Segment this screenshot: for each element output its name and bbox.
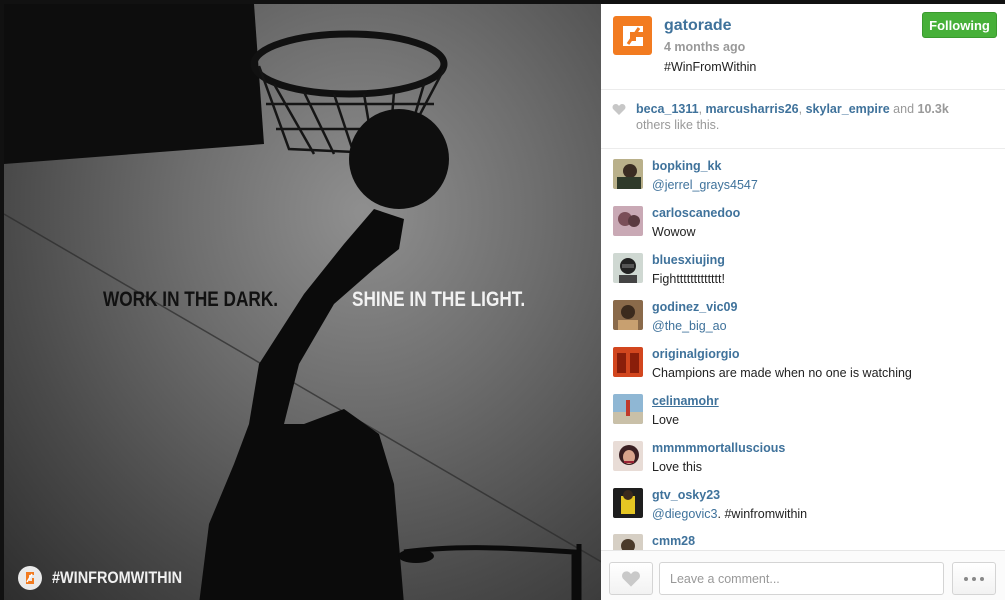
heart-icon [612, 104, 626, 115]
comment-username[interactable]: bluesxiujing [652, 253, 725, 267]
comment-item: bluesxiujing Fighttttttttttttt! [601, 253, 1005, 300]
comment-input[interactable] [659, 562, 944, 595]
post-header: gatorade 4 months ago #WinFromWithin Fol… [601, 4, 1005, 90]
comment-username[interactable]: mmmmmortalluscious [652, 441, 785, 455]
comment-item: carloscanedoo Wowow [601, 206, 1005, 253]
comment-text: Love this [652, 460, 703, 474]
comment-mention[interactable]: @the_big_ao [652, 319, 727, 333]
avatar[interactable] [613, 300, 643, 330]
comment-text: Love [652, 413, 680, 427]
likes-summary: beca_1311, marcusharris26, skylar_empire… [601, 90, 1005, 149]
tagline-light: SHINE IN THE LIGHT. [352, 288, 526, 311]
post-details-panel: gatorade 4 months ago #WinFromWithin Fol… [601, 0, 1005, 600]
comment-text: @the_big_ao [652, 319, 727, 333]
comment-text-rest: . #winfromwithin [717, 507, 808, 521]
comment-item: gtv_osky23 @diegovic3. #winfromwithin [601, 488, 1005, 535]
likes-and-text: and [893, 102, 915, 116]
gatorade-bolt-icon [26, 572, 34, 584]
following-button[interactable]: Following [922, 12, 997, 38]
comment-text: Champions are made when no one is watchi… [652, 366, 912, 380]
post-username[interactable]: gatorade [664, 17, 732, 35]
comment-item: mmmmmortalluscious Love this [601, 441, 1005, 488]
post-caption[interactable]: #WinFromWithin [664, 60, 756, 74]
comment-text: Wowow [652, 225, 696, 239]
comment-username[interactable]: godinez_vic09 [652, 300, 737, 314]
comment-username[interactable]: carloscanedoo [652, 206, 740, 220]
avatar[interactable] [613, 441, 643, 471]
likes-suffix: others like this. [636, 118, 720, 132]
more-options-icon [964, 576, 968, 581]
comments-list[interactable]: bopking_kk @jerrel_grays4547 carloscaned… [601, 150, 1005, 550]
comment-username[interactable]: originalgiorgio [652, 347, 740, 361]
comment-item: originalgiorgio Champions are made when … [601, 347, 1005, 394]
comment-item: celinamohr Love [601, 394, 1005, 441]
post-timestamp[interactable]: 4 months ago [664, 40, 745, 54]
comment-username[interactable]: cmm28 [652, 534, 695, 548]
comment-text: Fighttttttttttttt! [652, 272, 725, 286]
more-options-button[interactable] [952, 562, 996, 595]
comment-username[interactable]: bopking_kk [652, 159, 721, 173]
comment-item: godinez_vic09 @the_big_ao [601, 300, 1005, 347]
gatorade-g-icon [622, 25, 643, 46]
comment-mention[interactable]: @diegovic3 [652, 507, 718, 521]
comment-text: @diegovic3. #winfromwithin [652, 507, 807, 521]
avatar[interactable] [613, 347, 643, 377]
hashtag-overlay: #WINFROMWITHIN [52, 568, 183, 587]
avatar[interactable] [613, 488, 643, 518]
avatar[interactable] [613, 159, 643, 189]
gatorade-logo-overlay [18, 566, 42, 590]
avatar[interactable] [613, 534, 643, 550]
like-button[interactable] [609, 562, 653, 595]
comment-item: cmm28 [601, 534, 1005, 550]
comment-bar [601, 550, 1005, 600]
heart-icon [622, 570, 640, 587]
liker-link[interactable]: skylar_empire [806, 102, 890, 116]
avatar[interactable] [613, 394, 643, 424]
liker-link[interactable]: marcusharris26 [706, 102, 799, 116]
more-options-icon-dot [980, 576, 984, 581]
comment-username[interactable]: gtv_osky23 [652, 488, 720, 502]
tagline-dark: WORK IN THE DARK. [103, 288, 279, 311]
gatorade-logo[interactable] [613, 16, 652, 55]
post-photo[interactable]: WORK IN THE DARK. SHINE IN THE LIGHT. #W… [0, 0, 601, 600]
comment-username[interactable]: celinamohr [652, 394, 719, 408]
likes-count[interactable]: 10.3k [918, 102, 949, 116]
liker-link[interactable]: beca_1311 [636, 102, 699, 116]
comment-item: bopking_kk @jerrel_grays4547 [601, 159, 1005, 206]
avatar[interactable] [613, 206, 643, 236]
more-options-icon-dot [972, 576, 976, 581]
comment-mention[interactable]: @jerrel_grays4547 [652, 178, 758, 192]
avatar[interactable] [613, 253, 643, 283]
comment-text: @jerrel_grays4547 [652, 178, 758, 192]
